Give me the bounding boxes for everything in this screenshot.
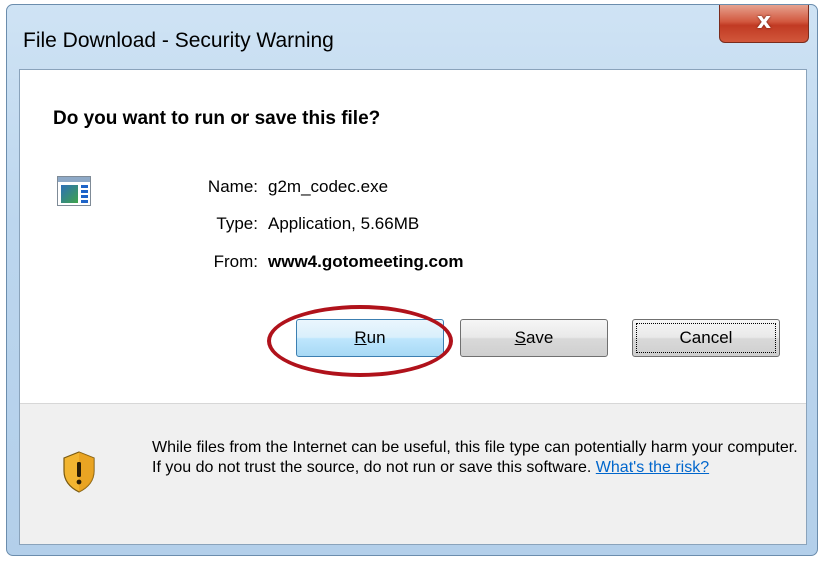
whats-the-risk-link[interactable]: What's the risk?: [596, 459, 709, 476]
run-mnemonic: R: [354, 328, 367, 347]
shield-warning-icon: [63, 451, 95, 493]
title-bar[interactable]: File Download - Security Warning x: [7, 5, 817, 69]
icon-lines: [81, 185, 88, 203]
application-window-icon: [57, 176, 91, 206]
window-title: File Download - Security Warning: [23, 29, 334, 52]
cancel-label: Cancel: [636, 323, 776, 353]
run-button[interactable]: Run: [296, 319, 444, 357]
icon-titlebar: [58, 177, 90, 182]
run-label: un: [366, 328, 386, 347]
file-info-panel: Do you want to run or save this file? Na…: [20, 70, 806, 404]
save-button[interactable]: Save: [460, 319, 608, 357]
save-label: ave: [525, 328, 554, 347]
from-value: www4.gotomeeting.com: [268, 252, 464, 271]
name-label: Name:: [207, 177, 258, 196]
dialog-body: Do you want to run or save this file? Na…: [19, 69, 807, 545]
type-label: Type:: [216, 214, 258, 233]
dialog-question: Do you want to run or save this file?: [53, 108, 381, 129]
close-icon: x: [756, 9, 772, 34]
name-value: g2m_codec.exe: [268, 177, 389, 196]
save-mnemonic: S: [514, 328, 526, 347]
dialog-window: File Download - Security Warning x Do yo…: [6, 4, 818, 556]
cancel-button[interactable]: Cancel: [632, 319, 780, 357]
type-value: Application, 5.66MB: [268, 214, 420, 233]
close-button[interactable]: x: [719, 5, 809, 43]
from-label: From:: [213, 252, 258, 271]
icon-pane: [61, 185, 78, 203]
security-warning-text: While files from the Internet can be use…: [152, 438, 802, 478]
